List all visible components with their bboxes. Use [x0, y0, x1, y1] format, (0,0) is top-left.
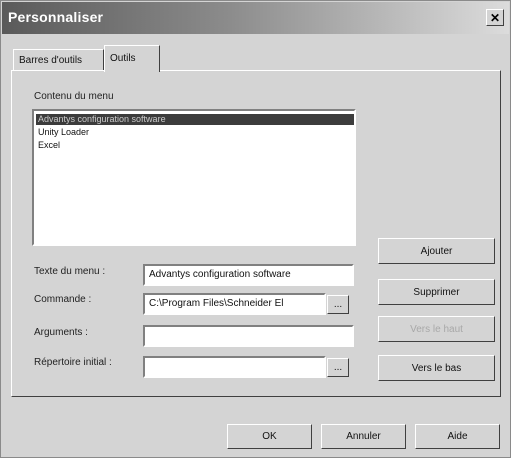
- ok-button[interactable]: OK: [227, 424, 312, 449]
- tab-tools-label: Outils: [110, 53, 136, 64]
- tab-toolbars-label: Barres d'outils: [19, 55, 83, 66]
- help-button-label: Aide: [447, 431, 468, 442]
- cancel-button-label: Annuler: [346, 431, 381, 442]
- window-title: Personnaliser: [8, 9, 104, 25]
- tools-tab-panel: [11, 70, 501, 397]
- ok-button-label: OK: [262, 431, 277, 442]
- tab-toolbars[interactable]: Barres d'outils: [13, 49, 104, 71]
- customize-dialog: Personnaliser ✕ Barres d'outils Outils C…: [0, 0, 511, 458]
- cancel-button[interactable]: Annuler: [321, 424, 406, 449]
- close-button[interactable]: ✕: [486, 9, 504, 26]
- help-button[interactable]: Aide: [415, 424, 500, 449]
- close-icon: ✕: [489, 10, 501, 25]
- title-bar[interactable]: Personnaliser ✕: [2, 2, 509, 34]
- tab-tools[interactable]: Outils: [104, 45, 160, 72]
